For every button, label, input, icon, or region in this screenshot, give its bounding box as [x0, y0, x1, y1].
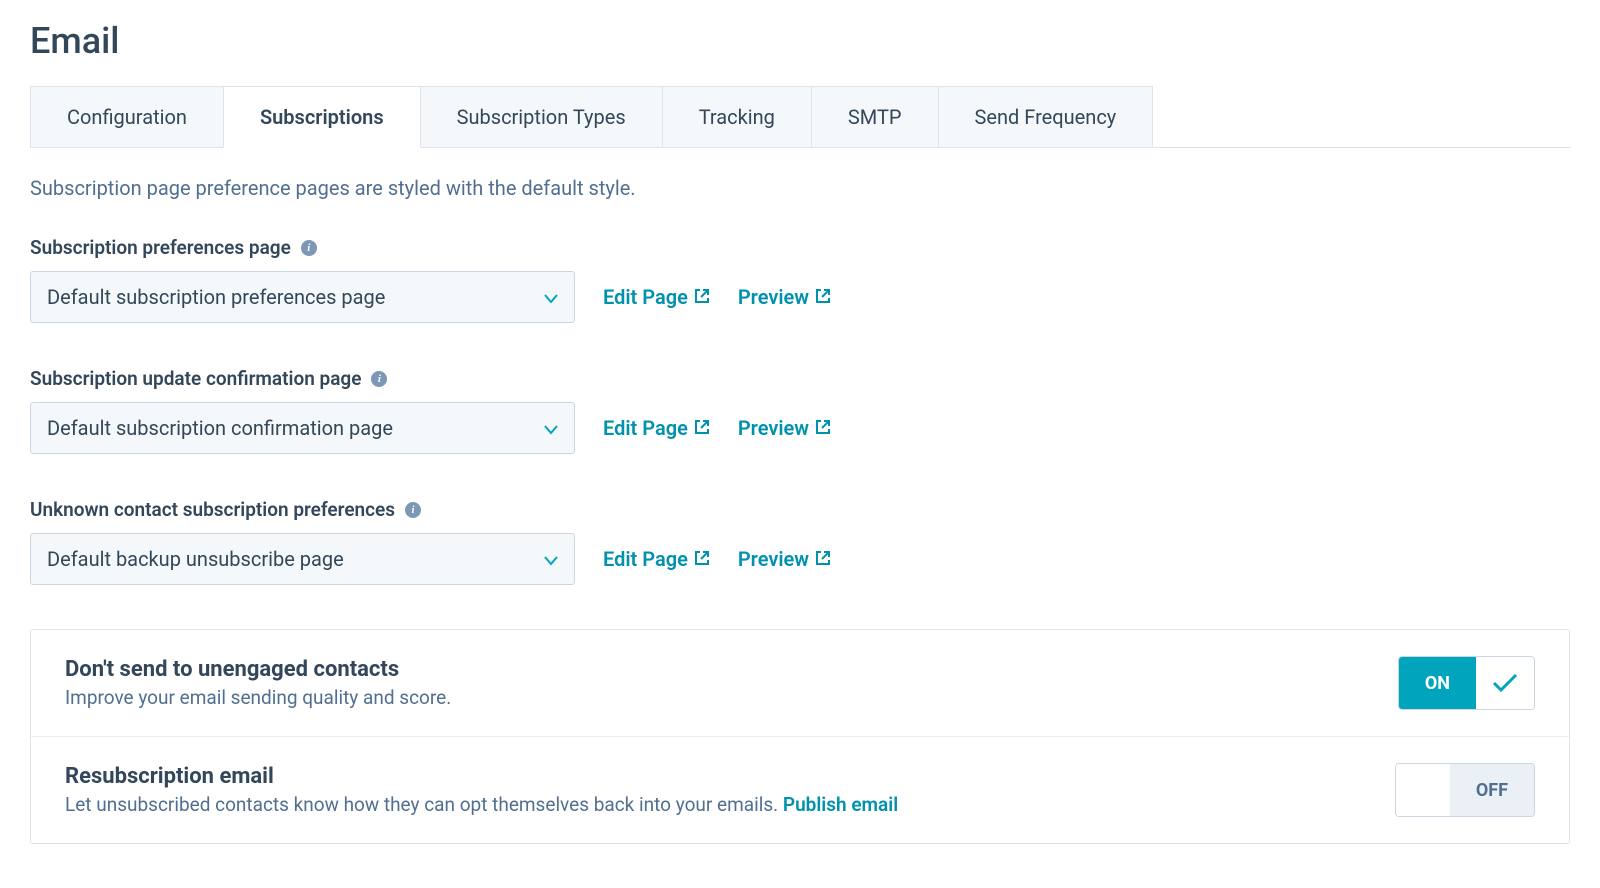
- toggle-off-blank: [1396, 764, 1450, 816]
- external-link-icon: [815, 547, 831, 571]
- card-unengaged-title: Don't send to unengaged contacts: [65, 657, 451, 682]
- select-unknown-page[interactable]: Default backup unsubscribe page: [30, 533, 575, 585]
- select-prefs-value: Default subscription preferences page: [47, 285, 385, 309]
- select-confirm-page[interactable]: Default subscription confirmation page: [30, 402, 575, 454]
- card-resub-desc: Let unsubscribed contacts know how they …: [65, 793, 898, 816]
- info-icon[interactable]: i: [301, 240, 317, 256]
- field-confirmation-page: Subscription update confirmation page i …: [30, 367, 1570, 454]
- intro-text: Subscription page preference pages are s…: [30, 176, 1570, 200]
- field-label-unknown: Unknown contact subscription preferences: [30, 498, 395, 521]
- edit-page-label: Edit Page: [603, 416, 688, 440]
- tab-send-frequency[interactable]: Send Frequency: [938, 86, 1154, 147]
- external-link-icon: [815, 416, 831, 440]
- field-unknown-contact: Unknown contact subscription preferences…: [30, 498, 1570, 585]
- card-resub-title: Resubscription email: [65, 764, 898, 789]
- field-subscription-prefs: Subscription preferences page i Default …: [30, 236, 1570, 323]
- preview-link-unknown[interactable]: Preview: [738, 547, 831, 571]
- tab-subscriptions[interactable]: Subscriptions: [223, 86, 421, 148]
- preview-label: Preview: [738, 547, 809, 571]
- preview-link-confirm[interactable]: Preview: [738, 416, 831, 440]
- select-unknown-value: Default backup unsubscribe page: [47, 547, 344, 571]
- edit-page-link-prefs[interactable]: Edit Page: [603, 285, 710, 309]
- edit-page-link-confirm[interactable]: Edit Page: [603, 416, 710, 440]
- edit-page-label: Edit Page: [603, 285, 688, 309]
- tab-configuration[interactable]: Configuration: [30, 86, 224, 147]
- toggle-unengaged[interactable]: ON: [1398, 656, 1535, 710]
- toggle-resub[interactable]: OFF: [1395, 763, 1535, 817]
- preview-label: Preview: [738, 285, 809, 309]
- publish-email-link[interactable]: Publish email: [783, 793, 898, 816]
- edit-page-label: Edit Page: [603, 547, 688, 571]
- preview-link-prefs[interactable]: Preview: [738, 285, 831, 309]
- field-label-prefs: Subscription preferences page: [30, 236, 291, 259]
- card-unengaged: Don't send to unengaged contacts Improve…: [31, 630, 1569, 737]
- external-link-icon: [694, 285, 710, 309]
- tab-smtp[interactable]: SMTP: [811, 86, 939, 147]
- caret-down-icon: [544, 547, 558, 571]
- card-resub: Resubscription email Let unsubscribed co…: [31, 737, 1569, 843]
- info-icon[interactable]: i: [405, 502, 421, 518]
- toggle-off-label: OFF: [1450, 764, 1534, 816]
- field-label-confirm: Subscription update confirmation page: [30, 367, 361, 390]
- caret-down-icon: [544, 285, 558, 309]
- select-confirm-value: Default subscription confirmation page: [47, 416, 393, 440]
- select-prefs-page[interactable]: Default subscription preferences page: [30, 271, 575, 323]
- caret-down-icon: [544, 416, 558, 440]
- preview-label: Preview: [738, 416, 809, 440]
- toggle-on-label: ON: [1399, 657, 1476, 709]
- tabs-bar: Configuration Subscriptions Subscription…: [30, 86, 1570, 148]
- card-resub-desc-text: Let unsubscribed contacts know how they …: [65, 793, 783, 816]
- tab-subscription-types[interactable]: Subscription Types: [420, 86, 663, 147]
- edit-page-link-unknown[interactable]: Edit Page: [603, 547, 710, 571]
- settings-card-box: Don't send to unengaged contacts Improve…: [30, 629, 1570, 844]
- tab-tracking[interactable]: Tracking: [662, 86, 812, 147]
- check-icon: [1476, 657, 1534, 709]
- external-link-icon: [815, 285, 831, 309]
- card-unengaged-desc: Improve your email sending quality and s…: [65, 686, 451, 709]
- external-link-icon: [694, 547, 710, 571]
- info-icon[interactable]: i: [371, 371, 387, 387]
- external-link-icon: [694, 416, 710, 440]
- page-title: Email: [30, 20, 1570, 62]
